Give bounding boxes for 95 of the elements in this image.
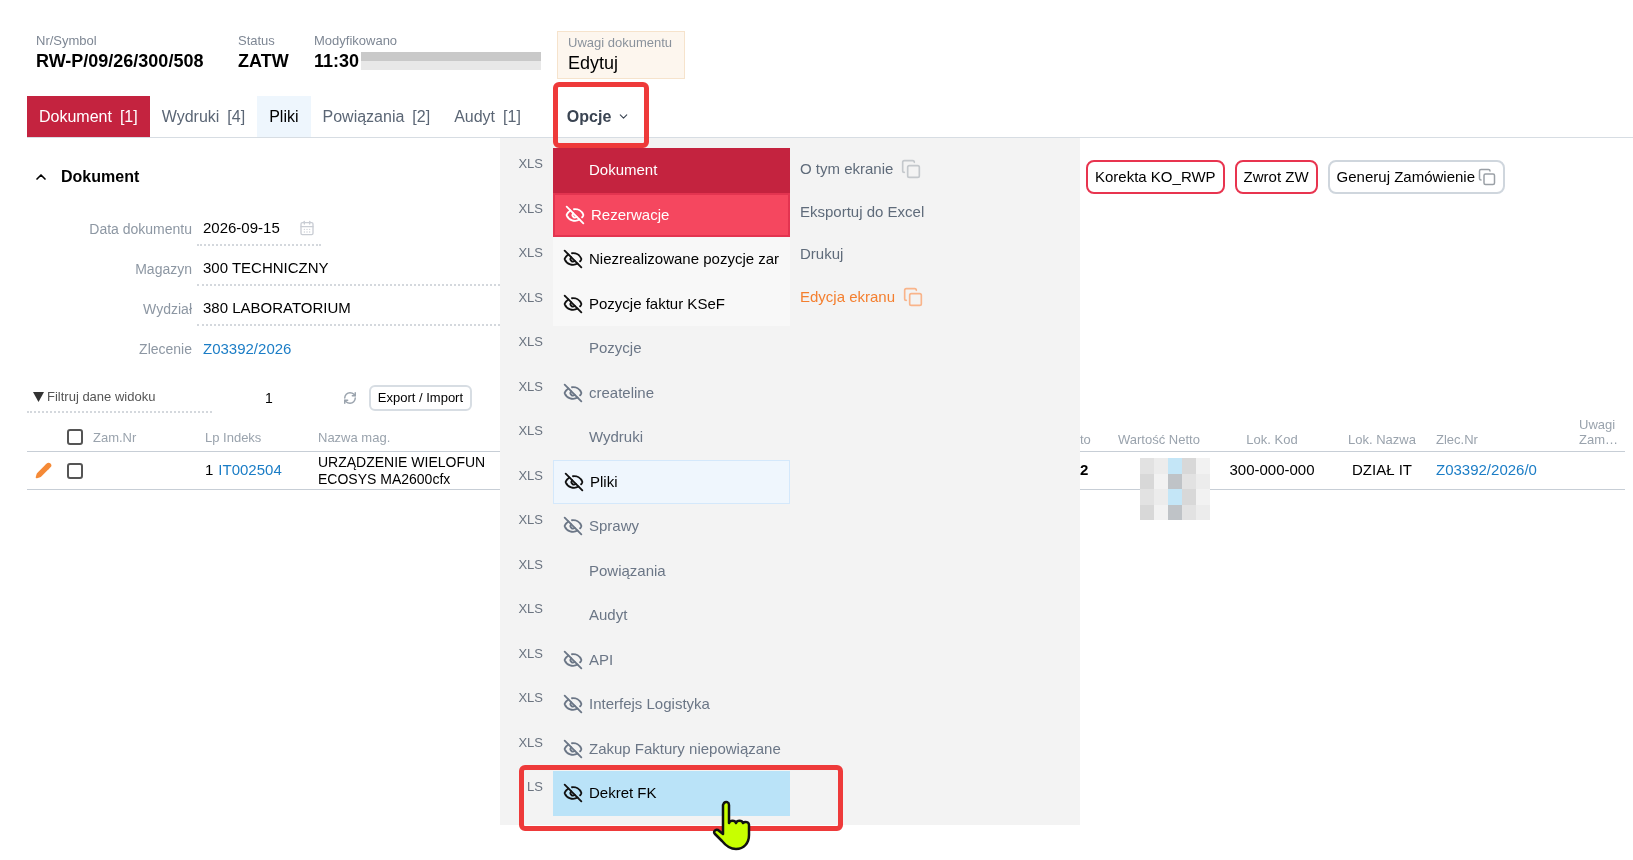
eye-slash-icon xyxy=(563,293,583,314)
menu-item[interactable]: Pliki xyxy=(553,459,790,504)
eye-slash-icon xyxy=(564,471,584,492)
menu-link[interactable]: O tym ekranie xyxy=(800,148,925,191)
xls-export-link[interactable]: XLS xyxy=(500,682,553,727)
eye-slash-icon xyxy=(563,694,583,715)
filter-toggle[interactable]: Filtruj dane widoku xyxy=(27,383,212,413)
menu-link[interactable]: Eksportuj do Excel xyxy=(800,190,925,233)
menu-item[interactable]: Dokument xyxy=(553,148,790,193)
field-value: RW-P/09/26/300/508 xyxy=(36,50,204,73)
eye-slash-icon xyxy=(563,649,583,670)
form-label: Wydział xyxy=(142,299,192,319)
checkbox[interactable] xyxy=(67,462,83,479)
section-title: Dokument xyxy=(61,167,140,187)
eye-slash-icon xyxy=(563,516,583,537)
xls-export-link[interactable]: XLS xyxy=(500,237,553,282)
column-header: Lp Indeks xyxy=(205,428,263,447)
table-cell-text: 1 xyxy=(205,460,214,481)
column-header: Lok. Kod xyxy=(1245,432,1299,447)
xls-export-link[interactable]: XLS xyxy=(500,415,553,460)
xls-export-link[interactable]: XLS xyxy=(500,192,553,237)
tab[interactable]: Wydruki [4] xyxy=(149,96,258,137)
filter-count: 1 xyxy=(265,388,273,408)
column-header: Lok. Nazwa xyxy=(1347,432,1417,447)
item-link[interactable]: IT002504 xyxy=(218,459,282,482)
eye-slash-icon xyxy=(563,249,583,270)
checkbox[interactable] xyxy=(67,429,83,445)
table-cell-text: 2 xyxy=(1080,460,1090,481)
menu-item[interactable]: API xyxy=(553,637,790,682)
xls-export-link[interactable]: XLS xyxy=(500,637,553,682)
triangle-down-icon xyxy=(33,392,44,402)
menu-item[interactable]: Powiązania xyxy=(553,548,790,593)
date-field[interactable]: 2026-09-15 xyxy=(197,212,321,246)
xls-export-link[interactable]: XLS xyxy=(500,504,553,549)
menu-item[interactable]: Audyt xyxy=(553,593,790,638)
tab[interactable]: Pliki xyxy=(257,96,311,137)
menu-item[interactable]: Interfejs Logistyka xyxy=(553,682,790,727)
form-label: Zlecenie xyxy=(138,339,192,359)
eye-slash-icon xyxy=(563,738,583,759)
tab[interactable]: Audyt [1] xyxy=(442,96,533,137)
notes-value: Edytuj xyxy=(568,52,620,75)
eye-slash-icon xyxy=(563,783,583,804)
order-link[interactable]: Z03392/2026/0 xyxy=(1432,459,1575,482)
menu-link[interactable]: Edycja ekranu xyxy=(800,275,925,318)
order-link[interactable]: Z03392/2026 xyxy=(203,337,292,361)
column-header: Uwagi Zam… xyxy=(1579,417,1619,447)
menu-item[interactable]: Niezrealizowane pozycje zar xyxy=(553,237,790,282)
xls-export-link[interactable]: XLS xyxy=(500,148,553,193)
field-value: ZATW xyxy=(238,50,289,73)
menu-item[interactable]: Dekret FK xyxy=(553,771,790,816)
eye-slash-icon xyxy=(565,204,585,225)
column-header: Zam.Nr xyxy=(93,428,138,447)
export-import-button[interactable]: Export / Import xyxy=(368,385,473,411)
menu-link[interactable]: Drukuj xyxy=(800,233,925,276)
options-menu-tab[interactable]: Opcje xyxy=(554,96,643,137)
xls-export-link[interactable]: XLS xyxy=(500,370,553,415)
action-button[interactable]: Korekta KO_RWP xyxy=(1086,160,1225,194)
menu-item[interactable]: createline xyxy=(553,370,790,415)
notes-box[interactable]: Uwagi dokumentu Edytuj xyxy=(557,31,685,79)
menu-item[interactable]: Pozycje faktur KSeF xyxy=(553,281,790,326)
action-button[interactable]: Generuj Zamówienie xyxy=(1327,160,1505,194)
tab[interactable]: Dokument [1] xyxy=(27,96,150,137)
xls-export-link[interactable]: XLS xyxy=(500,593,553,638)
menu-item[interactable]: Sprawy xyxy=(553,504,790,549)
copy-icon xyxy=(1478,168,1496,186)
field-label: Nr/Symbol xyxy=(36,33,98,49)
field-label: Modyfikowano xyxy=(314,33,399,49)
copy-icon xyxy=(903,286,924,307)
eye-slash-icon xyxy=(563,382,583,403)
menu-item[interactable]: Zakup Faktury niepowiązane xyxy=(553,726,790,771)
field-value: 11:30 xyxy=(314,50,360,73)
xls-export-link[interactable]: XLS xyxy=(500,459,553,504)
xls-export-link[interactable]: XLS xyxy=(500,281,553,326)
column-header: to xyxy=(1080,432,1092,447)
column-header: Zlec.Nr xyxy=(1435,432,1479,447)
xls-export-link[interactable]: XLS xyxy=(500,548,553,593)
field-label: Status xyxy=(238,33,276,49)
table-cell-text: DZIAŁ IT xyxy=(1351,460,1413,481)
xls-export-link[interactable]: LS xyxy=(500,771,553,816)
menu-item[interactable]: Rezerwacje xyxy=(553,192,790,237)
column-header: Nazwa mag. xyxy=(318,428,391,447)
form-label: Magazyn xyxy=(134,259,192,279)
column-header: Wartość Netto xyxy=(1117,432,1201,447)
menu-item[interactable]: Pozycje xyxy=(553,326,790,371)
menu-item[interactable]: Wydruki xyxy=(553,415,790,460)
tab[interactable]: Powiązania [2] xyxy=(310,96,443,137)
xls-export-link[interactable]: XLS xyxy=(500,326,553,371)
refresh-icon[interactable] xyxy=(342,391,357,405)
table-cell: URZĄDZENIE WIELOFUN ECOSYS MA2600cfx xyxy=(318,453,486,488)
table-cell-text: 300-000-000 xyxy=(1228,460,1316,481)
form-label: Data dokumentu xyxy=(88,219,192,239)
xls-export-link[interactable]: XLS xyxy=(500,726,553,771)
copy-icon xyxy=(901,159,922,180)
notes-label: Uwagi dokumentu xyxy=(568,35,674,51)
action-button[interactable]: Zwrot ZW xyxy=(1234,160,1318,194)
